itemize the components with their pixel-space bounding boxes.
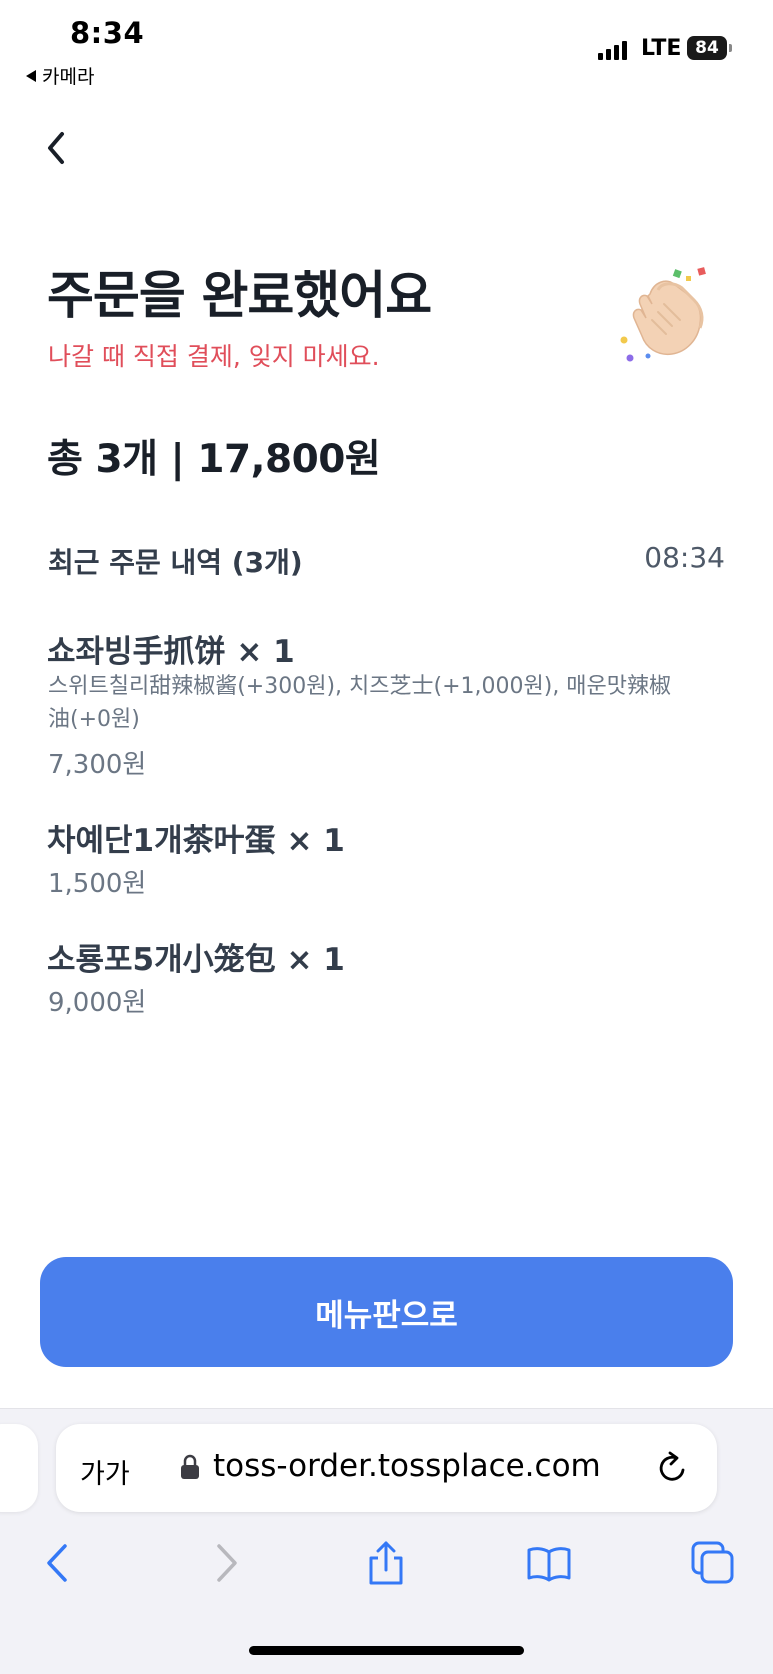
order-item-name: 차예단1개茶叶蛋 × 1 xyxy=(47,823,345,859)
order-item-options: 스위트칠리甜辣椒酱(+300원), 치즈芝士(+1,000원), 매운맛辣椒油(… xyxy=(48,674,672,732)
order-item-price: 1,500원 xyxy=(48,869,147,899)
lock-icon xyxy=(181,1454,199,1479)
tabs-icon[interactable] xyxy=(690,1540,736,1586)
clapping-hand-icon xyxy=(620,267,706,362)
text-size-button[interactable]: 가가 xyxy=(80,1452,130,1491)
home-indicator xyxy=(249,1646,524,1655)
back-arrow-icon[interactable] xyxy=(36,1540,82,1586)
reload-icon[interactable] xyxy=(656,1450,690,1486)
battery-level: 84 xyxy=(695,38,719,58)
share-icon[interactable] xyxy=(363,1540,409,1586)
forward-arrow-icon[interactable] xyxy=(202,1540,248,1586)
order-item-price: 9,000원 xyxy=(48,988,147,1018)
signal-bars-icon xyxy=(598,38,627,60)
back-to-app-link[interactable]: 카메라 xyxy=(26,62,94,89)
back-app-label: 카메라 xyxy=(42,66,95,88)
battery-nub xyxy=(729,44,732,52)
order-item-name: 소룡포5개小笼包 × 1 xyxy=(47,942,345,978)
status-time: 8:34 xyxy=(70,16,145,50)
previous-tab-preview[interactable] xyxy=(0,1424,38,1512)
battery-icon: 84 xyxy=(687,36,727,60)
order-item-price: 7,300원 xyxy=(48,750,147,780)
recent-orders-time: 08:34 xyxy=(644,541,725,574)
page-title: 주문을 완료했어요 xyxy=(47,267,432,326)
payment-reminder: 나갈 때 직접 결제, 잊지 마세요. xyxy=(48,342,380,371)
url-text[interactable]: toss-order.tossplace.com xyxy=(213,1448,601,1484)
back-to-menu-button[interactable]: 메뉴판으로 xyxy=(40,1257,733,1367)
network-label: LTE xyxy=(641,36,682,61)
order-total: 총 3개 | 17,800원 xyxy=(47,437,381,482)
back-triangle-icon xyxy=(26,69,36,82)
bookmarks-icon[interactable] xyxy=(526,1540,572,1586)
recent-orders-label: 최근 주문 내역 (3개) xyxy=(48,546,303,579)
chevron-left-icon[interactable] xyxy=(40,128,74,168)
back-to-menu-label: 메뉴판으로 xyxy=(315,1297,458,1334)
order-item-name: 쇼좌빙手抓饼 × 1 xyxy=(47,634,295,670)
